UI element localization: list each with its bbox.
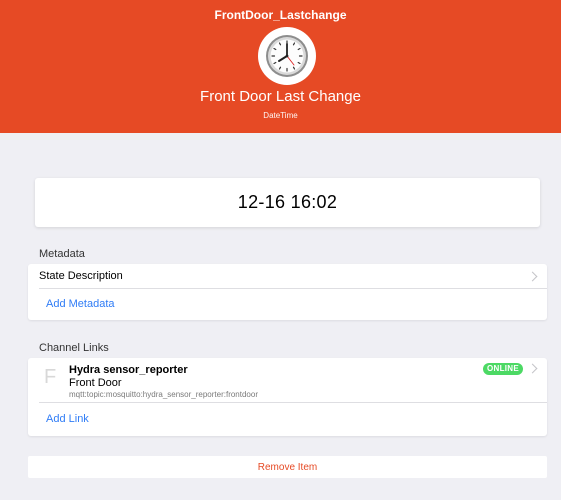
remove-item-button[interactable]: Remove Item bbox=[28, 456, 547, 478]
chevron-right-icon bbox=[527, 363, 538, 374]
remove-item-label: Remove Item bbox=[257, 461, 318, 473]
channel-link-item[interactable]: F Hydra sensor_reporter Front Door mqtt:… bbox=[28, 358, 547, 402]
add-metadata-label: Add Metadata bbox=[46, 298, 115, 310]
item-name: FrontDoor_Lastchange bbox=[214, 8, 347, 22]
add-metadata-button[interactable]: Add Metadata bbox=[28, 288, 547, 320]
item-type: DateTime bbox=[263, 111, 298, 120]
channel-links-list: F Hydra sensor_reporter Front Door mqtt:… bbox=[28, 358, 547, 436]
channel-subtitle: Front Door bbox=[69, 377, 122, 389]
channel-title: Hydra sensor_reporter bbox=[69, 364, 188, 376]
status-badge: ONLINE bbox=[482, 363, 523, 375]
channel-links-section-title: Channel Links bbox=[39, 342, 109, 354]
metadata-item-state-description[interactable]: State Description bbox=[28, 264, 547, 288]
channel-letter-icon: F bbox=[44, 366, 57, 388]
add-link-label: Add Link bbox=[46, 413, 89, 425]
clock-icon bbox=[266, 35, 308, 77]
add-link-button[interactable]: Add Link bbox=[28, 402, 547, 436]
item-label: Front Door Last Change bbox=[200, 88, 361, 105]
metadata-list: State Description Add Metadata bbox=[28, 264, 547, 320]
channel-uid: mqtt:topic:mosquitto:hydra_sensor_report… bbox=[69, 390, 258, 399]
chevron-right-icon bbox=[527, 271, 538, 281]
item-header: FrontDoor_Lastchange Front Door Last Cha… bbox=[0, 0, 561, 133]
item-icon bbox=[258, 27, 316, 85]
state-value: 12-16 16:02 bbox=[237, 192, 338, 212]
metadata-item-label: State Description bbox=[39, 270, 123, 282]
metadata-section-title: Metadata bbox=[39, 248, 85, 260]
state-card[interactable]: 12-16 16:02 bbox=[35, 178, 540, 227]
